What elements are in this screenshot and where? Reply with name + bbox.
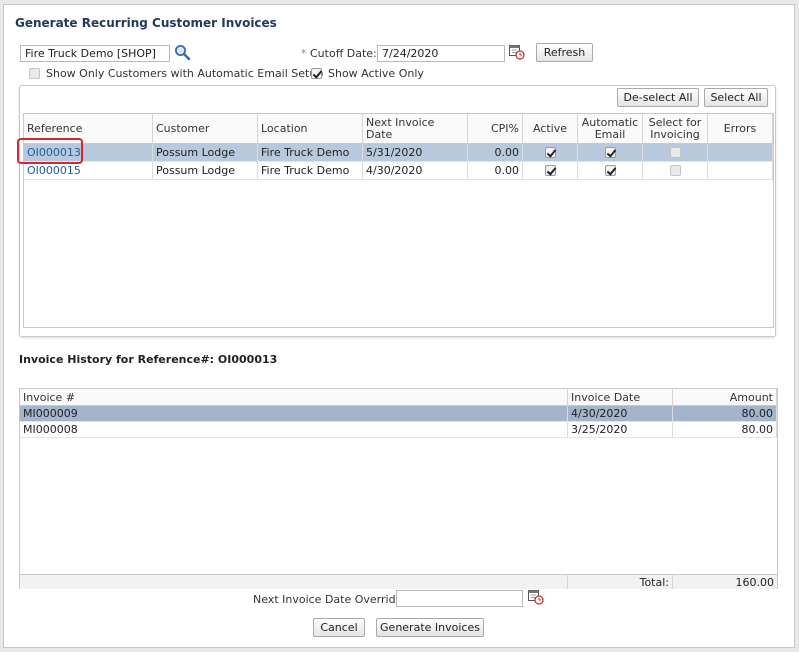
auto-email-filter[interactable]: Show Only Customers with Automatic Email… — [29, 67, 323, 80]
calendar-icon[interactable] — [508, 43, 525, 63]
table-row-location[interactable]: Fire Truck Demo — [258, 162, 363, 180]
cutoff-date-label: * Cutoff Date: — [301, 47, 377, 60]
table-row-automatic-email[interactable] — [578, 144, 643, 162]
column-header-automatic-email[interactable]: Automatic Email — [578, 114, 643, 144]
table-row-invoice-date[interactable]: 4/30/2020 — [568, 406, 673, 422]
table-row-select-for-invoicing[interactable] — [643, 144, 708, 162]
auto-email-checkbox[interactable] — [29, 68, 40, 79]
active-checkbox[interactable] — [544, 147, 556, 158]
calendar-icon[interactable] — [527, 588, 544, 608]
dialog-title: Generate Recurring Customer Invoices — [15, 16, 277, 30]
required-marker: * — [301, 47, 307, 60]
column-header-active[interactable]: Active — [523, 114, 578, 144]
column-header-invoice-date[interactable]: Invoice Date — [568, 389, 673, 406]
generate-invoices-button[interactable]: Generate Invoices — [376, 618, 484, 637]
recurring-invoices-grid: Reference Customer Location Next Invoice… — [23, 113, 774, 328]
select-for-invoicing-checkbox[interactable] — [669, 147, 681, 158]
next-invoice-date-override-input[interactable] — [396, 590, 523, 607]
table-row-customer[interactable]: Possum Lodge — [153, 162, 258, 180]
table-row-next-invoice-date[interactable]: 5/31/2020 — [363, 144, 468, 162]
automatic-email-checkbox[interactable] — [604, 147, 616, 158]
column-header-amount[interactable]: Amount — [673, 389, 777, 406]
cancel-button[interactable]: Cancel — [313, 618, 365, 637]
table-row-invoice-date[interactable]: 3/25/2020 — [568, 422, 673, 438]
table-row-invoice-number[interactable]: MI000008 — [20, 422, 568, 438]
next-invoice-date-override-label: Next Invoice Date Override: — [253, 593, 407, 606]
table-row-customer[interactable]: Possum Lodge — [153, 144, 258, 162]
active-only-filter[interactable]: Show Active Only — [311, 67, 424, 80]
table-row-errors — [708, 162, 773, 180]
active-only-checkbox[interactable] — [311, 68, 322, 79]
location-input[interactable]: Fire Truck Demo [SHOP] — [20, 45, 170, 62]
column-header-select-for-invoicing[interactable]: Select for Invoicing — [643, 114, 708, 144]
table-row-amount[interactable]: 80.00 — [673, 422, 777, 438]
total-label: Total: — [568, 574, 673, 589]
invoice-history-grid: Invoice # Invoice Date Amount MI000009 4… — [19, 388, 778, 589]
table-row-errors — [708, 144, 773, 162]
generate-recurring-invoices-dialog: Generate Recurring Customer Invoices Fir… — [3, 4, 795, 648]
active-checkbox[interactable] — [544, 165, 556, 176]
highlight-annotation — [17, 138, 83, 164]
table-row-select-for-invoicing[interactable] — [643, 162, 708, 180]
column-header-cpi[interactable]: CPI% — [468, 114, 523, 144]
refresh-button[interactable]: Refresh — [536, 43, 593, 62]
select-all-button[interactable]: Select All — [704, 88, 768, 107]
column-header-customer[interactable]: Customer — [153, 114, 258, 144]
table-row-active[interactable] — [523, 144, 578, 162]
table-row-location[interactable]: Fire Truck Demo — [258, 144, 363, 162]
recurring-invoices-panel: De-select All Select All Reference Custo… — [19, 85, 776, 337]
table-row-cpi[interactable]: 0.00 — [468, 162, 523, 180]
table-row-reference[interactable]: OI000015 — [24, 162, 153, 180]
deselect-all-button[interactable]: De-select All — [617, 88, 699, 107]
invoice-history-title: Invoice History for Reference#: OI000013 — [19, 353, 278, 366]
table-row-cpi[interactable]: 0.00 — [468, 144, 523, 162]
automatic-email-checkbox[interactable] — [604, 165, 616, 176]
column-header-errors[interactable]: Errors — [708, 114, 773, 144]
history-footer-spacer — [20, 574, 568, 589]
table-row-active[interactable] — [523, 162, 578, 180]
table-row-amount[interactable]: 80.00 — [673, 406, 777, 422]
table-row-next-invoice-date[interactable]: 4/30/2020 — [363, 162, 468, 180]
table-row-automatic-email[interactable] — [578, 162, 643, 180]
column-header-location[interactable]: Location — [258, 114, 363, 144]
total-value: 160.00 — [673, 574, 777, 589]
cutoff-date-input[interactable]: 7/24/2020 — [377, 45, 505, 62]
table-row-invoice-number[interactable]: MI000009 — [20, 406, 568, 422]
select-for-invoicing-checkbox[interactable] — [669, 165, 681, 176]
column-header-invoice-number[interactable]: Invoice # — [20, 389, 568, 406]
column-header-next-invoice-date[interactable]: Next Invoice Date — [363, 114, 468, 144]
search-icon[interactable] — [174, 44, 191, 64]
